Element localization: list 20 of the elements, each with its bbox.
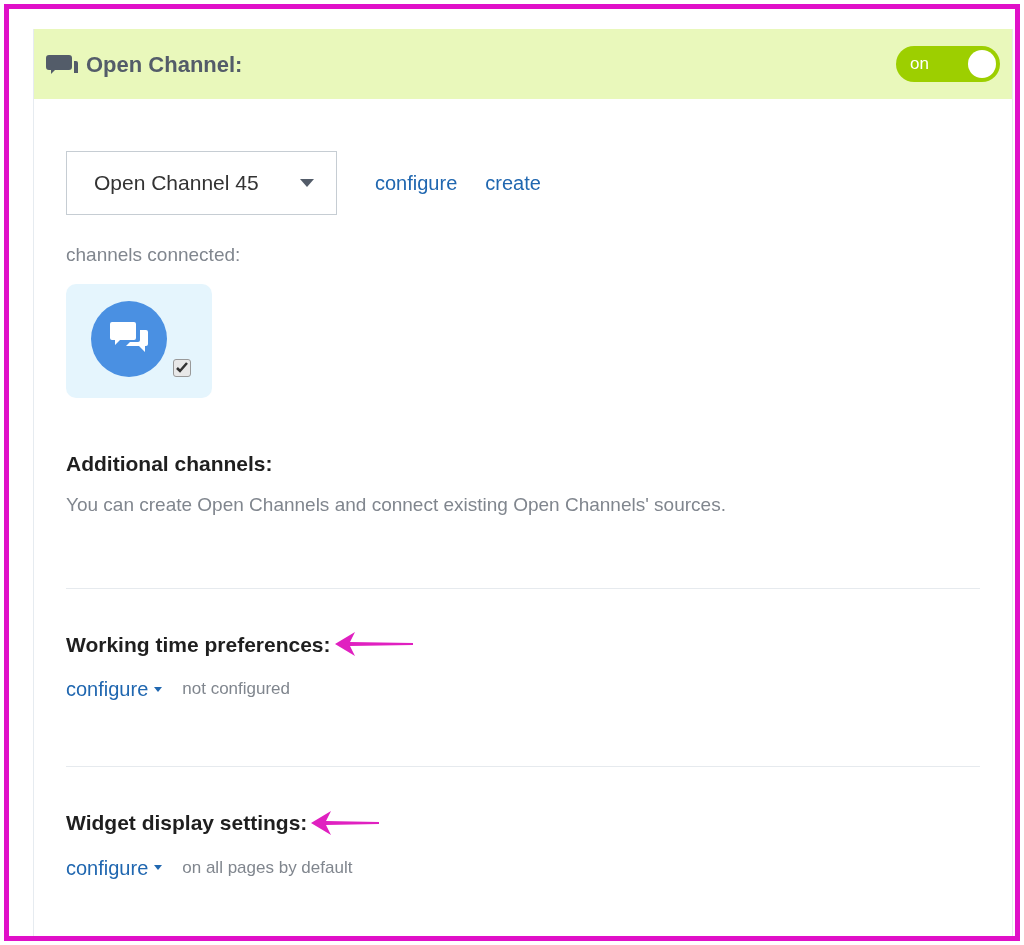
section-heading: Additional channels: — [66, 450, 274, 477]
link[interactable]: configure — [375, 168, 458, 198]
caret-icon — [154, 686, 163, 692]
panel-title: Open Channel: — [86, 50, 243, 79]
section-heading: Working time preferences: — [66, 631, 331, 658]
configure-link[interactable]: configure — [66, 674, 163, 704]
description-text: You can create Open Channels and connect existing Open Channels' sources. — [66, 493, 727, 517]
configure-link[interactable]: configure — [66, 852, 163, 883]
status-text: not configured — [182, 678, 291, 701]
status-text: on all pages by default — [182, 856, 353, 879]
checkbox[interactable] — [173, 358, 191, 377]
caret-icon — [154, 865, 163, 870]
channel-dropdown[interactable]: Open Channel 45 — [66, 151, 337, 215]
channel-tile[interactable] — [66, 283, 212, 398]
link[interactable]: create — [485, 168, 541, 198]
section-label: channels connected: — [66, 243, 242, 267]
caret-icon — [300, 179, 314, 187]
chat-bubbles-icon — [46, 53, 78, 75]
section-heading: Widget display settings: — [66, 810, 308, 836]
checkmark-icon — [176, 362, 188, 373]
